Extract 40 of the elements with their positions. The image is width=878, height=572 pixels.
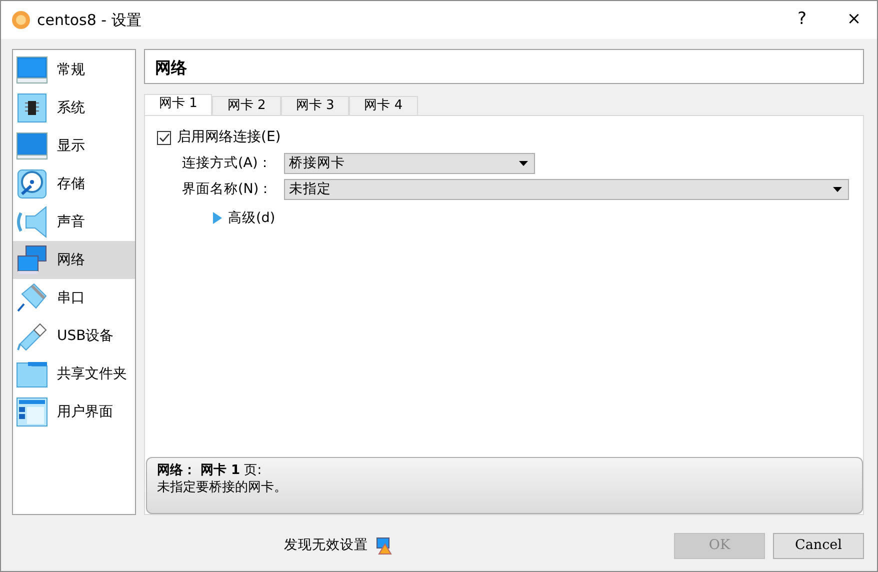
- info-heading: 网络： 网卡 1 页:: [157, 462, 263, 479]
- caret-icon: [833, 187, 842, 192]
- window-icon: [16, 396, 48, 428]
- caret-icon: [519, 161, 528, 166]
- info-message: 未指定要桥接的网卡。: [157, 479, 288, 496]
- monitor-icon: [16, 130, 48, 162]
- sidebar-item[interactable]: 串口: [13, 279, 135, 317]
- sidebar-item[interactable]: 常规: [13, 51, 135, 89]
- tab[interactable]: 网卡 1: [144, 94, 212, 115]
- sidebar-item[interactable]: 用户界面: [13, 393, 135, 431]
- sidebar-item[interactable]: 共享文件夹: [13, 355, 135, 393]
- chip-icon: [16, 92, 48, 124]
- page-title: 网络: [144, 49, 864, 84]
- dropdown[interactable]: 未指定: [284, 179, 849, 200]
- window-title: centos8 - 设置: [37, 10, 142, 31]
- warning-icon: [374, 536, 392, 554]
- close-button[interactable]: ×: [831, 1, 877, 39]
- monitor-icon: [16, 54, 48, 86]
- expander[interactable]: 高级(d): [212, 208, 863, 228]
- speaker-icon: [16, 206, 48, 238]
- sidebar-item[interactable]: 声音: [13, 203, 135, 241]
- sidebar-item[interactable]: 显示: [13, 127, 135, 165]
- dropdown[interactable]: 桥接网卡: [284, 153, 535, 174]
- tab[interactable]: 网卡 2: [212, 96, 281, 115]
- sidebar-item[interactable]: 系统: [13, 89, 135, 127]
- field-label: 界面名称(N)：: [182, 180, 274, 200]
- help-button[interactable]: ?: [779, 1, 825, 39]
- cancel-button[interactable]: Cancel: [773, 532, 864, 558]
- app-icon: [11, 10, 31, 30]
- checkbox[interactable]: [157, 130, 171, 144]
- monitors-icon: [16, 244, 48, 276]
- sidebar-item[interactable]: 网络: [13, 241, 135, 279]
- field-label: 连接方式(A)：: [182, 154, 273, 174]
- tab[interactable]: 网卡 4: [349, 96, 418, 115]
- tab[interactable]: 网卡 3: [280, 96, 350, 115]
- checkbox-label: 启用网络连接(E): [177, 128, 281, 147]
- warning-text: 发现无效设置: [284, 536, 368, 556]
- connector-icon: [16, 282, 48, 314]
- sidebar-item[interactable]: USB设备: [13, 317, 135, 355]
- sidebar-item[interactable]: 存储: [13, 165, 135, 203]
